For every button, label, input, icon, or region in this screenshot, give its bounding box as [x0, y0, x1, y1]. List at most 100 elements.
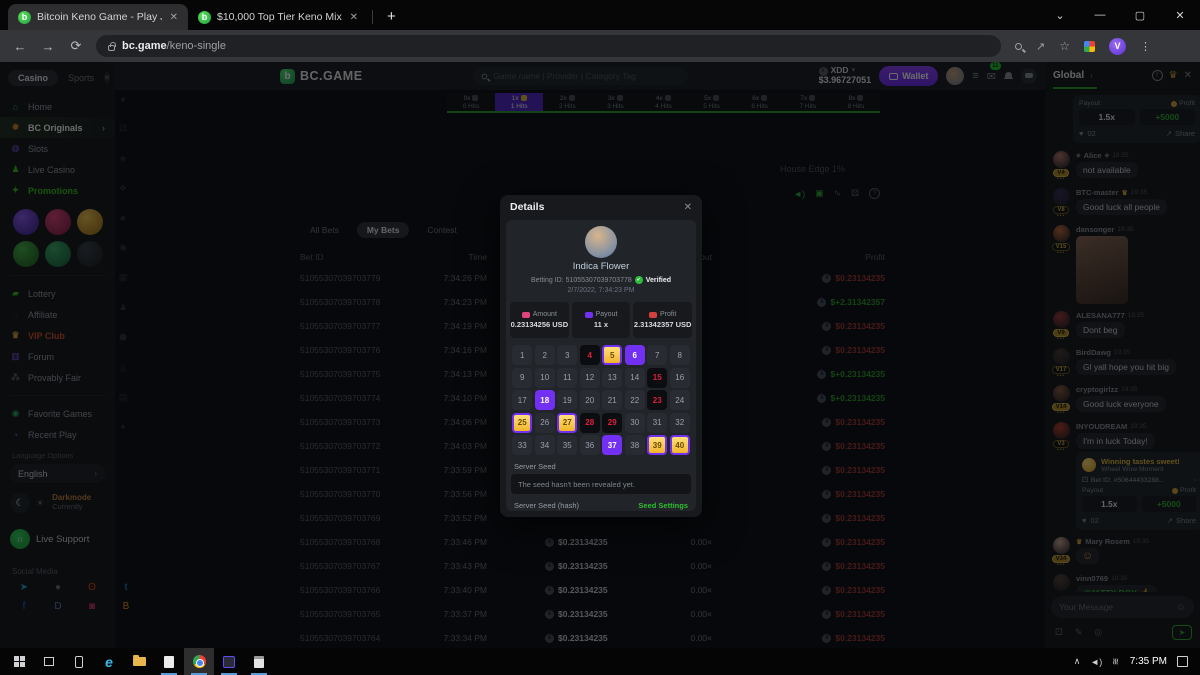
maximize-button[interactable]: ▢	[1120, 9, 1160, 22]
server-seed-hash-label: Server Seed (hash)	[514, 501, 579, 510]
reload-button[interactable]: ⟳	[62, 38, 90, 54]
keno-cell-default: 16	[670, 368, 690, 388]
stat-label-row: Amount	[522, 311, 557, 318]
keno-cell-drawn: 29	[602, 413, 622, 433]
keno-cell-default: 13	[602, 368, 622, 388]
keno-cell-default: 9	[512, 368, 532, 388]
player-avatar	[585, 226, 617, 258]
keno-cell-selected: 6	[625, 345, 645, 365]
server-seed-value: The seed hasn't been revealed yet.	[511, 474, 691, 494]
seed-settings-link[interactable]: Seed Settings	[638, 501, 688, 510]
modal-close-icon[interactable]: ✕	[684, 202, 692, 213]
url-text: bc.game/keno-single	[122, 40, 226, 52]
stat-value: 2.31342357 USD	[634, 320, 692, 329]
media-app-taskbar-icon[interactable]	[214, 648, 244, 675]
tab-search-icon[interactable]: ⌄	[1040, 9, 1080, 22]
lock-icon	[108, 45, 115, 51]
keno-cell-default: 19	[557, 390, 577, 410]
keno-cell-default: 22	[625, 390, 645, 410]
bookmark-star-icon[interactable]: ☆	[1059, 39, 1070, 53]
verified-label: Verified	[646, 277, 671, 284]
keno-cell-default: 35	[557, 435, 577, 455]
zoom-icon[interactable]	[1015, 43, 1022, 50]
keno-cell-hit: 39	[647, 435, 667, 455]
clock[interactable]: 7:35 PM	[1130, 656, 1167, 667]
stat-value: 11 x	[594, 320, 608, 329]
bet-stat-cards: Amount0.23134256 USD Payout 11 x Profit 2.31…	[510, 302, 692, 338]
network-icon[interactable]: ≋	[1110, 658, 1121, 666]
bcgame-favicon: b	[198, 11, 211, 24]
keno-cell-default: 32	[670, 413, 690, 433]
chrome-taskbar-icon[interactable]	[184, 648, 214, 675]
calculator-taskbar-icon[interactable]	[244, 648, 274, 675]
keno-cell-default: 33	[512, 435, 532, 455]
keno-cell-default: 24	[670, 390, 690, 410]
keno-cell-default: 26	[535, 413, 555, 433]
tab-close-icon[interactable]: ✕	[348, 12, 360, 23]
tray-chevron-icon[interactable]: ∧	[1074, 656, 1081, 667]
browser-tabstrip: b Bitcoin Keno Game - Play Jacks o ✕ b $…	[0, 0, 1200, 30]
bet-details-modal: Details ✕ Indica Flower Betting ID: 5105…	[500, 195, 702, 517]
keno-cell-drawn: 23	[647, 390, 667, 410]
stat-label: Profit	[660, 311, 676, 318]
minimize-button[interactable]: —	[1080, 9, 1120, 21]
keno-cell-default: 36	[580, 435, 600, 455]
keno-cell-default: 31	[647, 413, 667, 433]
keno-cell-default: 14	[625, 368, 645, 388]
stat-label: Payout	[596, 311, 618, 318]
player-name: Indica Flower	[510, 261, 692, 272]
browser-profile-avatar[interactable]: V	[1109, 38, 1126, 55]
screen: b Bitcoin Keno Game - Play Jacks o ✕ b $…	[0, 0, 1200, 675]
action-center-icon[interactable]	[1177, 656, 1188, 667]
keno-cell-default: 11	[557, 368, 577, 388]
keno-cell-default: 7	[647, 345, 667, 365]
tab-title: $10,000 Top Tier Keno Mixed Cha	[217, 11, 342, 23]
new-tab-button[interactable]: +	[387, 8, 396, 25]
task-view-taskbar-icon[interactable]	[34, 648, 64, 675]
file-explorer-taskbar-icon[interactable]	[124, 648, 154, 675]
keno-cell-default: 3	[557, 345, 577, 365]
keno-cell-default: 38	[625, 435, 645, 455]
modal-title: Details	[510, 201, 544, 213]
volume-icon[interactable]: ◄)	[1090, 657, 1102, 667]
edge-taskbar-icon[interactable]: e	[94, 648, 124, 675]
windows-taskbar: e ∧ ◄) ≋ 7:35 PM	[0, 648, 1200, 675]
keno-cell-default: 30	[625, 413, 645, 433]
back-button[interactable]: ←	[6, 39, 34, 54]
phone-taskbar-icon[interactable]	[64, 648, 94, 675]
url-path: /keno-single	[167, 40, 226, 52]
modal-body: Indica Flower Betting ID: 51055307039703…	[506, 220, 696, 511]
keno-cell-hit: 25	[512, 413, 532, 433]
browser-tab-2[interactable]: b $10,000 Top Tier Keno Mixed Cha ✕	[188, 4, 368, 30]
bcgame-favicon: b	[18, 11, 31, 24]
tab-close-icon[interactable]: ✕	[168, 12, 180, 23]
keno-cell-default: 10	[535, 368, 555, 388]
pink-money-icon	[522, 312, 530, 318]
browser-tab-1[interactable]: b Bitcoin Keno Game - Play Jacks o ✕	[8, 4, 188, 30]
extensions-puzzle-icon[interactable]	[1084, 41, 1095, 52]
verified-shield-icon: ✔	[635, 276, 643, 284]
betting-id: Betting ID: 51055307039703778	[531, 277, 632, 284]
keno-cell-hit: 27	[557, 413, 577, 433]
stat-card-profit: Profit 2.31342357 USD	[633, 302, 692, 338]
start-taskbar-icon[interactable]	[4, 648, 34, 675]
keno-number-grid: 1234567891011121314151617181920212223242…	[510, 345, 692, 455]
tab-divider	[372, 10, 373, 24]
browser-toolbar: ← → ⟳ bc.game/keno-single ↗ ☆ V ⋮	[0, 30, 1200, 62]
browser-menu-icon[interactable]: ⋮	[1140, 40, 1151, 53]
stat-card-amount: Amount0.23134256 USD	[510, 302, 569, 338]
url-domain: bc.game	[122, 40, 167, 52]
keno-cell-selected: 18	[535, 390, 555, 410]
close-button[interactable]: ✕	[1160, 9, 1200, 22]
keno-cell-drawn: 15	[647, 368, 667, 388]
stat-label-row: Profit	[649, 311, 676, 318]
keno-cell-default: 20	[580, 390, 600, 410]
red-money-icon	[649, 312, 657, 318]
share-icon[interactable]: ↗	[1036, 40, 1045, 53]
stat-card-payout: Payout 11 x	[572, 302, 631, 338]
purple-money-icon	[585, 312, 593, 318]
forward-button[interactable]: →	[34, 39, 62, 54]
document-app-taskbar-icon[interactable]	[154, 648, 184, 675]
keno-cell-selected: 37	[602, 435, 622, 455]
address-bar[interactable]: bc.game/keno-single	[96, 35, 1001, 57]
